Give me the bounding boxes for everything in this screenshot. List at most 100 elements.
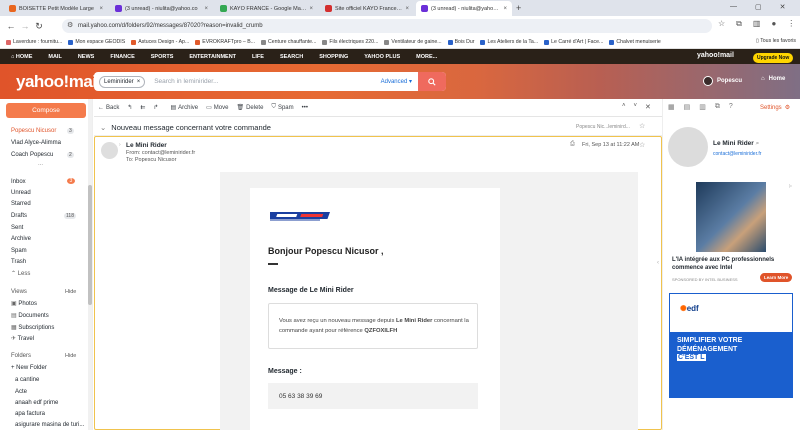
sidebar-view-photos[interactable]: ▣ Photos (11, 300, 37, 307)
hide-views-button[interactable]: Hide (65, 289, 76, 295)
search-button[interactable] (418, 72, 446, 91)
search-bar[interactable]: Leminirider × Search in leminirider... Ad… (94, 72, 446, 91)
sidebar-folder-trash[interactable]: Trash (11, 259, 26, 265)
browser-tab-1[interactable]: BOISETTE Petit Modèle Large × (4, 1, 108, 16)
search-filter-chip[interactable]: Leminirider × (99, 75, 146, 88)
ad-title[interactable]: L'IA intégrée aux PC professionnels comm… (672, 256, 792, 272)
sidepanel-icon[interactable]: ▥ (753, 19, 761, 29)
extensions-icon[interactable]: ⧉ (736, 19, 742, 29)
advanced-search-button[interactable]: Advanced ▾ (381, 78, 412, 85)
more-actions-button[interactable]: ••• (302, 105, 308, 111)
sidebar-custom-folder[interactable]: asigurare masina de turi... (15, 422, 84, 428)
contacts-app-icon[interactable]: ▦ (668, 103, 675, 111)
yahoo-mail-small-logo[interactable]: yahoo!mail (697, 52, 734, 59)
browser-tab-5-active[interactable]: (3 unread) - niulita@yahoo.co × (416, 1, 512, 16)
message-star-icon[interactable]: ☆ (639, 141, 645, 149)
nav-shopping[interactable]: SHOPPING (319, 54, 348, 60)
sidebar-folder-inbox[interactable]: Inbox (11, 179, 26, 185)
bookmark-item[interactable]: EVROKRAFTpro – B... (195, 39, 255, 45)
sidebar-folder-spam[interactable]: Spam (11, 248, 27, 254)
url-field[interactable]: mail.yahoo.com/d/folders/92/messages/870… (62, 19, 712, 33)
less-button[interactable]: ⌃ Less (11, 270, 30, 277)
sidebar-contact-coach[interactable]: Coach Popescu (11, 152, 53, 158)
chip-close-icon[interactable]: × (137, 79, 141, 85)
sidebar-contact-vlad[interactable]: Vlad Alyce-Alimma (11, 140, 61, 146)
bookmark-item[interactable]: Les Ateliers de la Ta... (480, 39, 538, 45)
minimize-icon[interactable]: — (730, 3, 737, 11)
learn-more-button[interactable]: Learn More (760, 273, 793, 282)
nav-news[interactable]: NEWS (78, 54, 95, 60)
nav-home[interactable]: ⌂ HOME (11, 54, 32, 60)
collapse-panel-icon[interactable]: ‹ (657, 260, 659, 266)
prev-message-icon[interactable]: ˄ (622, 103, 626, 111)
hide-folders-button[interactable]: Hide (65, 353, 76, 359)
nav-finance[interactable]: FINANCE (110, 54, 134, 60)
reply-all-icon[interactable]: ⇇ (140, 104, 145, 111)
close-tab-icon[interactable]: × (405, 6, 409, 12)
reload-icon[interactable]: ↻ (32, 21, 46, 32)
bookmark-item[interactable]: Mon espace GEODIS (68, 39, 125, 45)
contact-email[interactable]: contact@leminirider.fr (713, 151, 761, 157)
sidebar-custom-folder[interactable]: Acte (15, 389, 27, 395)
search-contact-icon[interactable]: ⌕ (756, 140, 760, 147)
ad-image-intel[interactable] (696, 182, 766, 252)
back-button[interactable]: ← Back (98, 105, 119, 111)
sender-name[interactable]: Le Mini Rider (126, 142, 167, 149)
bookmark-item[interactable]: Le Carré d'Art | Face... (544, 39, 603, 45)
bookmark-star-icon[interactable]: ☆ (718, 19, 725, 29)
sidebar-folder-drafts[interactable]: Drafts (11, 213, 27, 219)
browser-tab-3[interactable]: KAYO FRANCE - Google Maps × (215, 1, 318, 16)
help-icon[interactable]: ? (729, 103, 733, 111)
more-contacts-button[interactable]: ... (38, 161, 43, 167)
bookmark-item[interactable]: Centure chauffante... (261, 39, 316, 45)
sidebar-view-travel[interactable]: ✈ Travel (11, 335, 34, 342)
delete-button[interactable]: 🗑 Delete (236, 104, 263, 112)
close-tab-icon[interactable]: × (99, 6, 103, 12)
compose-button[interactable]: Compose (6, 103, 86, 118)
bookmark-item[interactable]: Fils électriques 220... (322, 39, 378, 45)
profile-icon[interactable]: ● (771, 19, 776, 29)
star-icon[interactable]: ☆ (639, 122, 645, 130)
bookmark-item[interactable]: Laverdure : fournitu... (6, 39, 62, 45)
next-message-icon[interactable]: ˅ (634, 103, 638, 111)
close-tab-icon[interactable]: × (309, 6, 313, 12)
move-button[interactable]: ▭ Move (206, 104, 228, 112)
back-arrow-icon[interactable]: ← (4, 21, 18, 31)
reply-icon[interactable]: ↰ (127, 104, 132, 111)
sender-expand-icon[interactable]: › (119, 142, 121, 148)
bookmark-item[interactable]: Bois Dur (447, 39, 474, 45)
sidebar-custom-folder[interactable]: a cantine (15, 377, 39, 383)
yahoo-mail-logo[interactable]: yahoo!mail (16, 72, 101, 92)
sidebar-folder-archive[interactable]: Archive (11, 236, 31, 242)
sidebar-folder-starred[interactable]: Starred (11, 201, 31, 207)
new-tab-icon[interactable]: + (516, 3, 521, 13)
collapse-thread-icon[interactable]: ⌄ (100, 123, 106, 132)
nav-search[interactable]: SEARCH (280, 54, 303, 60)
attachments-app-icon[interactable]: ⧉ (715, 103, 720, 111)
sidebar-scroll-thumb[interactable] (88, 185, 92, 305)
browser-tab-4[interactable]: Site officiel KAYO France - Quad× (320, 1, 414, 16)
nav-life[interactable]: LIFE (252, 54, 264, 60)
site-info-icon[interactable]: ⚙ (67, 21, 73, 29)
close-tab-icon[interactable]: × (204, 6, 208, 12)
print-icon[interactable]: ⎙ (570, 141, 575, 148)
archive-button[interactable]: ▤ Archive (170, 104, 198, 112)
all-bookmarks-button[interactable]: ▯ Tous les favoris (752, 38, 796, 44)
browser-tab-2[interactable]: (3 unread) - niulita@yahoo.co × (110, 1, 213, 16)
ad-choices-icon[interactable]: ▷ (789, 183, 792, 188)
forward-icon[interactable]: ↱ (153, 104, 158, 111)
nav-sports[interactable]: SPORTS (151, 54, 174, 60)
sidebar-view-subscriptions[interactable]: ▦ Subscriptions (11, 324, 54, 331)
close-window-icon[interactable]: ✕ (780, 3, 786, 11)
close-tab-icon[interactable]: × (503, 6, 507, 12)
nav-yahoo-plus[interactable]: YAHOO PLUS (364, 54, 400, 60)
spam-button[interactable]: ⛉ Spam (271, 104, 293, 111)
nav-more[interactable]: MORE... (416, 54, 437, 60)
settings-button[interactable]: Settings ⚙ (760, 104, 790, 112)
nav-mail[interactable]: MAIL (48, 54, 61, 60)
upgrade-now-button[interactable]: Upgrade Now (753, 53, 794, 63)
user-menu[interactable]: Popescu (703, 76, 742, 86)
search-input[interactable]: Search in leminirider... (154, 78, 380, 85)
maximize-icon[interactable]: ▢ (755, 3, 762, 11)
bookmark-item[interactable]: Ventilateur de gaine... (384, 39, 442, 45)
